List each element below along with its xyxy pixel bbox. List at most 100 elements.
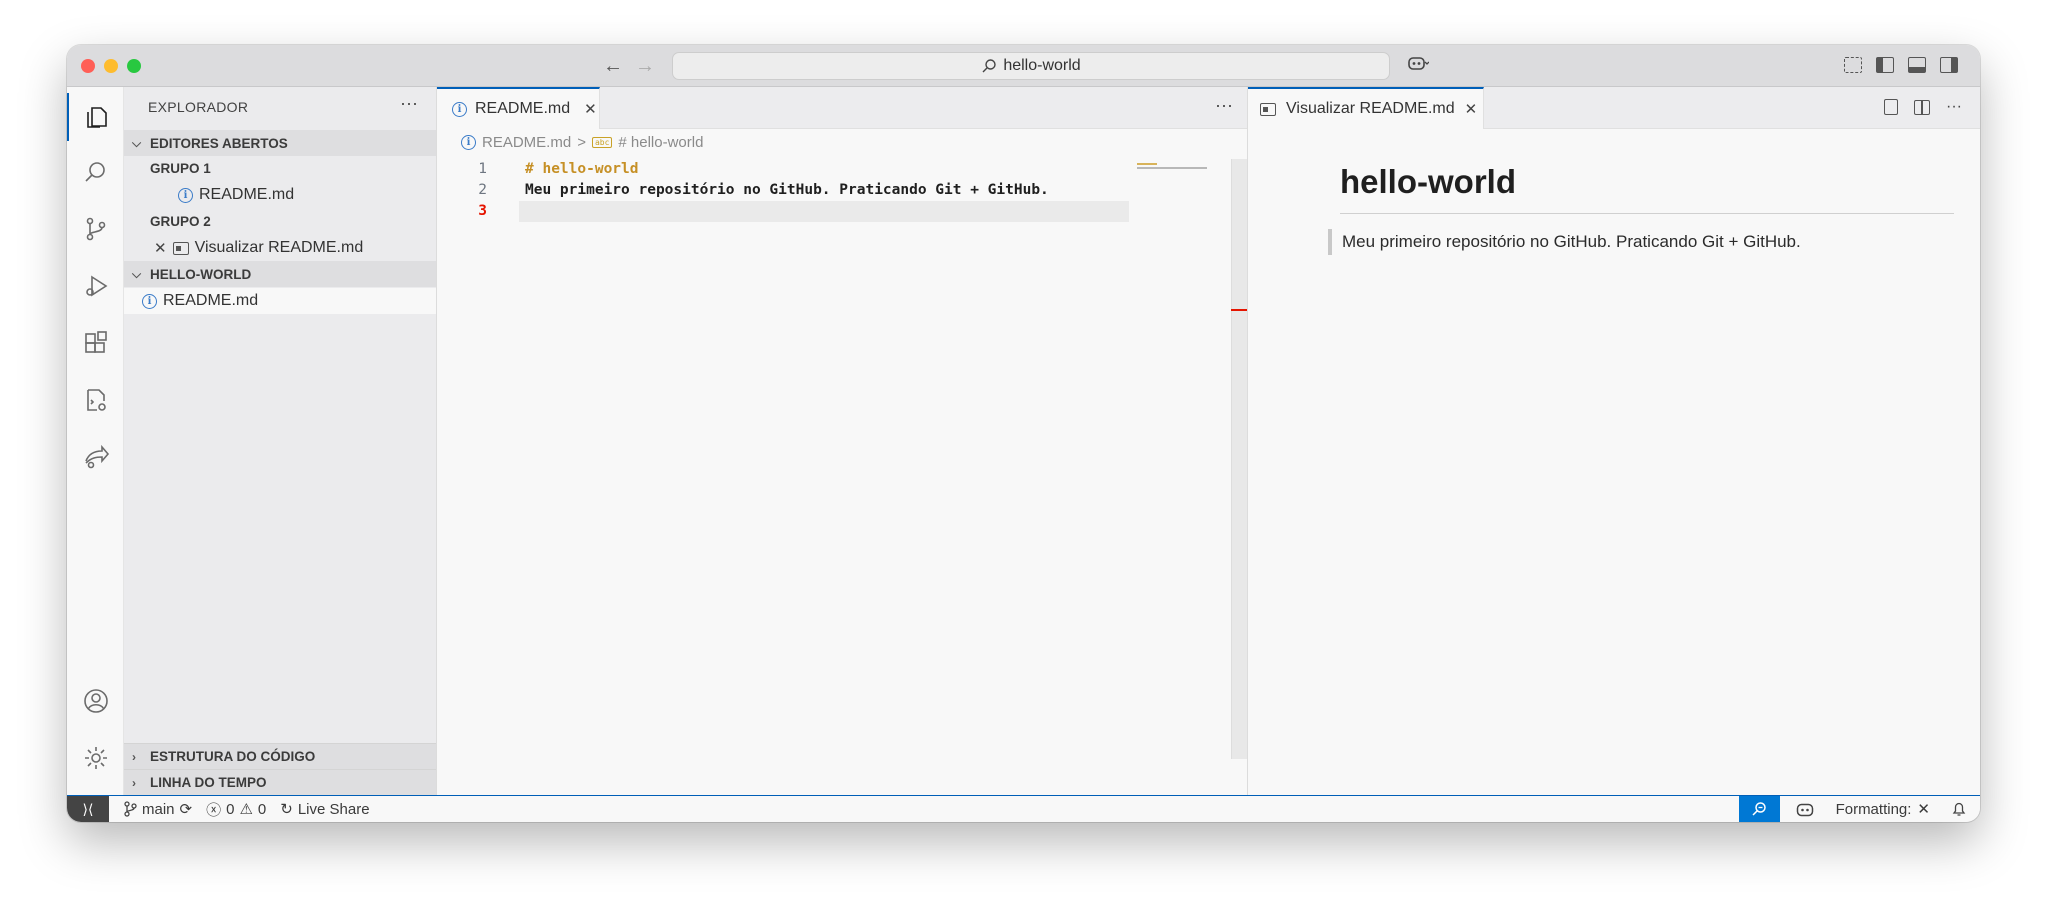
- live-share-label: Live Share: [297, 800, 370, 818]
- search-icon[interactable]: [67, 149, 124, 197]
- info-icon: i: [178, 187, 193, 203]
- line-text: # hello-world: [525, 161, 639, 177]
- chevron-right-icon: ›: [132, 749, 136, 764]
- folder-label: HELLO-WORLD: [150, 266, 252, 282]
- group1-label: GRUPO 1: [150, 161, 211, 176]
- search-icon: [982, 59, 997, 73]
- title-bar: ← → hello-world: [67, 45, 1980, 87]
- preview-blockquote: Meu primeiro repositório no GitHub. Prat…: [1328, 229, 1801, 255]
- code-line[interactable]: 1 # hello-world: [437, 159, 1247, 180]
- source-control-icon[interactable]: [67, 205, 124, 253]
- warning-icon: ⚠: [239, 801, 253, 818]
- arrow-right-icon[interactable]: →: [635, 54, 655, 78]
- remote-indicator-icon[interactable]: ⟩⟨: [67, 796, 109, 822]
- open-editor-preview[interactable]: ✕ Visualizar README.md: [124, 235, 436, 261]
- markdown-heading-icon: abc: [591, 137, 613, 148]
- breadcrumb-symbol[interactable]: # hello-world: [618, 134, 703, 151]
- preview-actions: ···: [1884, 98, 1962, 116]
- formatting-status[interactable]: Formatting: ✕: [1836, 800, 1930, 819]
- breadcrumb: i README.md > abc # hello-world: [461, 134, 703, 151]
- open-editor-readme-label: README.md: [199, 186, 295, 203]
- timeline-label: LINHA DO TEMPO: [150, 775, 267, 790]
- status-bar-right: Formatting: ✕: [1738, 796, 1980, 822]
- preview-tab-bar: Visualizar README.md ✕ ···: [1248, 87, 1980, 129]
- command-center-search[interactable]: hello-world: [672, 52, 1390, 80]
- file-readme[interactable]: i README.md: [124, 288, 436, 314]
- tab-preview[interactable]: Visualizar README.md ✕: [1248, 87, 1484, 129]
- window-close-button[interactable]: [81, 59, 95, 73]
- problems-status[interactable]: ⓧ 0 ⚠ 0: [206, 799, 266, 820]
- copilot-status-icon[interactable]: [1796, 802, 1814, 817]
- close-icon: ✕: [1917, 801, 1930, 818]
- live-share-icon[interactable]: [67, 433, 124, 481]
- tab-readme[interactable]: i README.md ✕: [437, 87, 600, 129]
- explorer-sidebar: EXPLORADOR ··· ⌵ EDITORES ABERTOS GRUPO …: [124, 87, 437, 795]
- extensions-icon[interactable]: [67, 319, 124, 367]
- sidebar-more-actions[interactable]: ···: [400, 93, 418, 114]
- live-share-status[interactable]: ↻ Live Share: [280, 800, 370, 819]
- toggle-secondary-sidebar-icon[interactable]: [1940, 57, 1958, 73]
- open-editors-label: EDITORES ABERTOS: [150, 135, 288, 151]
- file-readme-label: README.md: [163, 292, 259, 309]
- remote-explorer-icon[interactable]: [67, 376, 124, 424]
- editor-group-1: i README.md ✕ ··· i README.md > abc # he…: [437, 87, 1247, 795]
- markdown-preview-group: Visualizar README.md ✕ ··· hello-world M…: [1247, 87, 1980, 795]
- split-editor-icon[interactable]: [1914, 99, 1931, 115]
- zoom-icon[interactable]: [1738, 796, 1780, 822]
- explorer-icon[interactable]: [67, 93, 124, 141]
- open-editor-readme[interactable]: i README.md: [124, 182, 436, 208]
- close-icon[interactable]: ✕: [1465, 100, 1478, 118]
- branch-label: main: [142, 800, 175, 818]
- manage-gear-icon[interactable]: [67, 734, 124, 782]
- editor-tab-bar: i README.md ✕ ···: [437, 87, 1247, 129]
- scrollbar-marker: [1231, 309, 1247, 311]
- folder-header[interactable]: ⌵ HELLO-WORLD: [124, 261, 436, 287]
- account-icon[interactable]: [67, 677, 124, 725]
- activity-bar: [67, 87, 124, 795]
- branch-icon: [124, 801, 137, 817]
- close-icon[interactable]: ✕: [154, 239, 167, 257]
- status-bar: ⟩⟨ main ⟳ ⓧ 0 ⚠ 0 ↻ Live Share Formattin…: [67, 795, 1980, 822]
- tab-preview-label: Visualizar README.md: [1286, 100, 1455, 117]
- window-maximize-button[interactable]: [127, 59, 141, 73]
- editor-scrollbar[interactable]: [1231, 159, 1247, 759]
- code-line[interactable]: 3: [437, 201, 1247, 222]
- open-editor-preview-label: Visualizar README.md: [194, 239, 364, 256]
- line-number: 1: [478, 161, 487, 177]
- minimap[interactable]: [1137, 163, 1237, 169]
- breadcrumb-file[interactable]: README.md: [482, 134, 571, 151]
- preview-more-actions[interactable]: ···: [1946, 98, 1962, 116]
- timeline-header[interactable]: › LINHA DO TEMPO: [124, 769, 436, 795]
- chevron-right-icon: ›: [132, 775, 136, 790]
- bell-icon[interactable]: [1952, 801, 1966, 817]
- editor-more-actions[interactable]: ···: [1215, 95, 1233, 116]
- outline-label: ESTRUTURA DO CÓDIGO: [150, 749, 316, 764]
- sync-icon[interactable]: ⟳: [180, 800, 193, 818]
- preview-icon: [172, 241, 189, 255]
- open-editors-header[interactable]: ⌵ EDITORES ABERTOS: [124, 130, 436, 156]
- toggle-primary-sidebar-icon[interactable]: [1876, 57, 1894, 73]
- info-icon: i: [461, 135, 476, 150]
- command-center-text: hello-world: [1003, 57, 1081, 74]
- window-minimize-button[interactable]: [104, 59, 118, 73]
- run-debug-icon[interactable]: [67, 262, 124, 310]
- open-source-icon[interactable]: [1884, 99, 1899, 115]
- sidebar-title: EXPLORADOR: [148, 99, 249, 115]
- toggle-panel-icon[interactable]: [1908, 57, 1926, 73]
- info-icon: i: [452, 101, 467, 117]
- group2-label: GRUPO 2: [150, 214, 211, 229]
- outline-header[interactable]: › ESTRUTURA DO CÓDIGO: [124, 743, 436, 769]
- arrow-left-icon[interactable]: ←: [603, 54, 623, 78]
- vscode-window: CUMBUCA DEV ← → hello-world: [67, 45, 1980, 822]
- close-icon[interactable]: ✕: [584, 100, 597, 118]
- layout-controls: [1844, 57, 1958, 73]
- code-line[interactable]: 2 Meu primeiro repositório no GitHub. Pr…: [437, 180, 1247, 201]
- customize-layout-icon[interactable]: [1844, 57, 1862, 73]
- live-share-icon: ↻: [280, 801, 293, 818]
- copilot-menu-icon[interactable]: [1407, 54, 1430, 77]
- preview-heading: hello-world: [1340, 163, 1954, 214]
- code-editor[interactable]: 1 # hello-world 2 Meu primeiro repositór…: [437, 159, 1247, 222]
- chevron-down-icon: ⌵: [132, 135, 142, 150]
- breadcrumb-separator: >: [577, 134, 586, 151]
- branch-status[interactable]: main ⟳: [123, 800, 192, 818]
